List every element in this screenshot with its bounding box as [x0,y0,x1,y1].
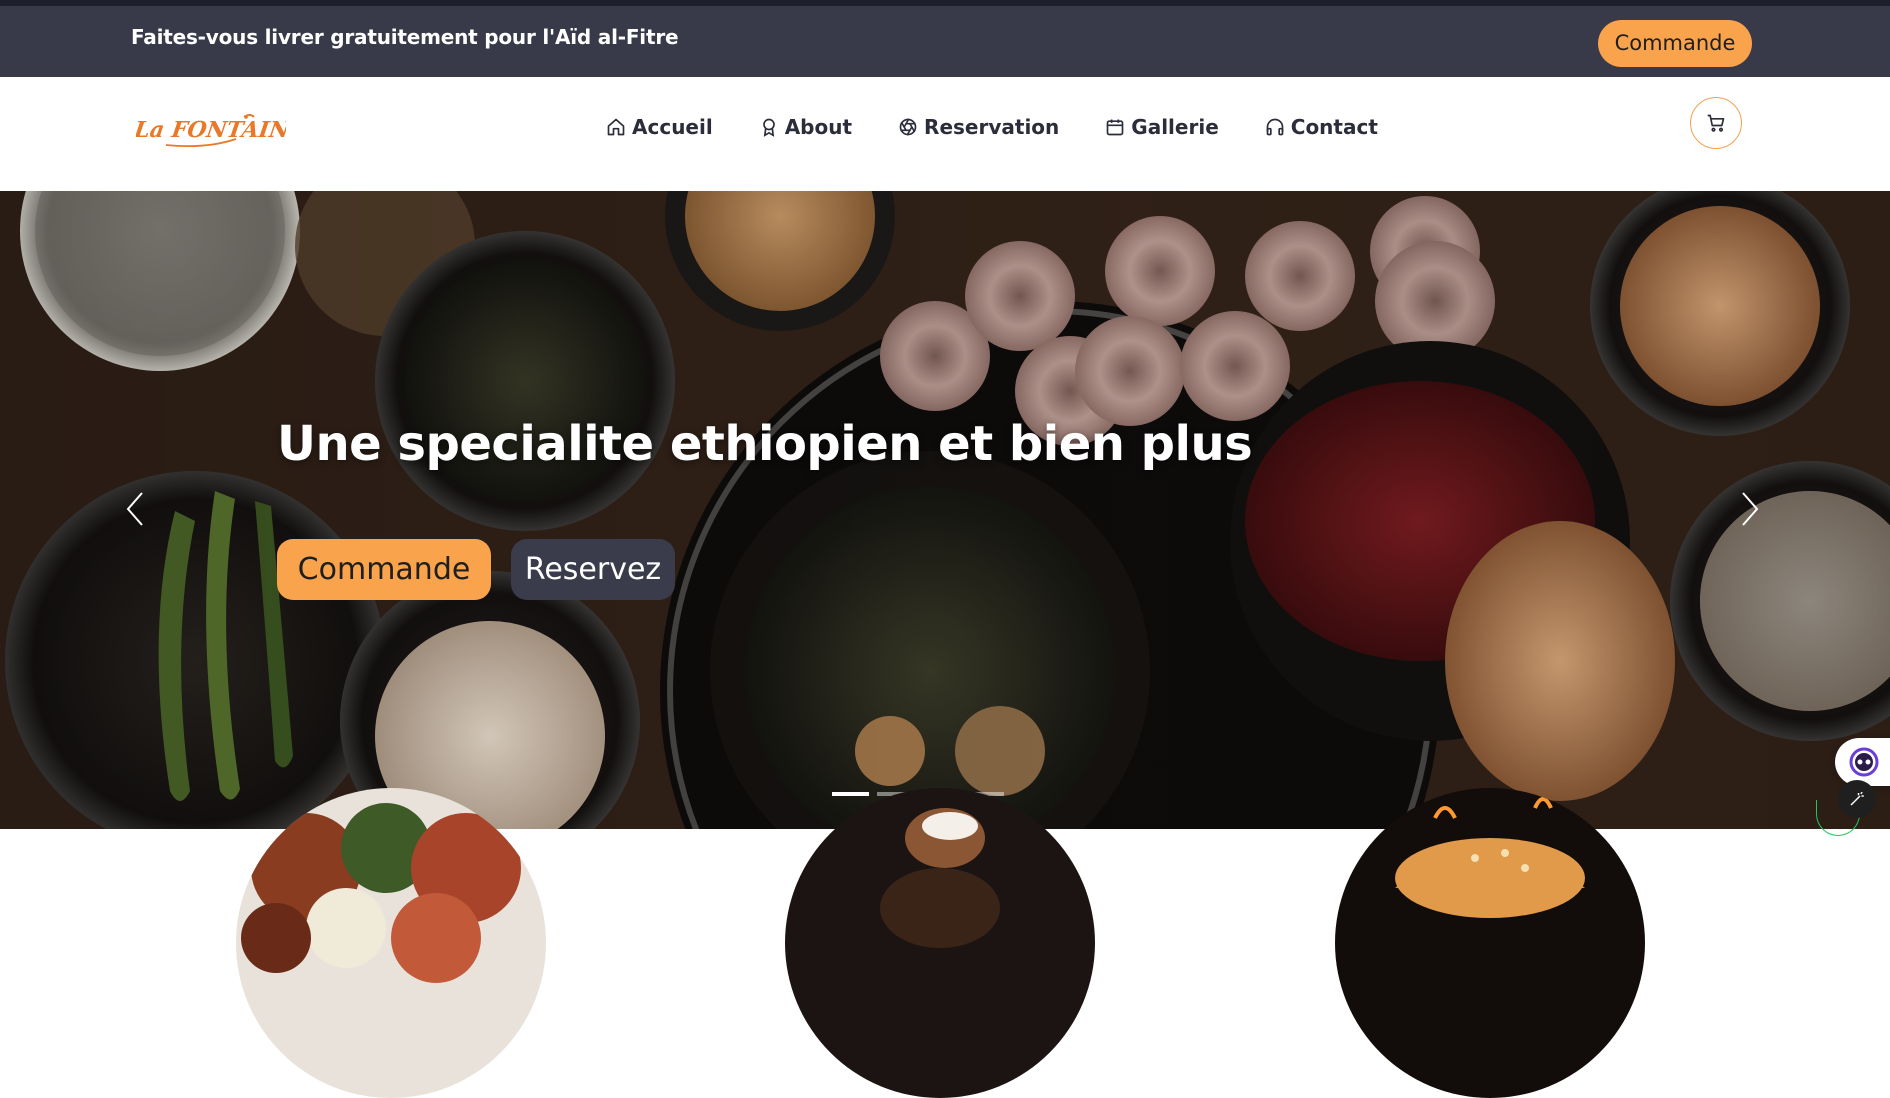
nav-item-accueil[interactable]: Accueil [606,115,713,139]
nav-links: Accueil About Reservation Gallerie Conta… [606,109,1378,145]
svg-text:La FONTAINE: La FONTAINE [136,117,286,143]
nav-item-label: Gallerie [1131,115,1219,139]
carousel-next-icon[interactable] [1735,487,1765,531]
nav-item-about[interactable]: About [759,115,852,139]
cart-button[interactable] [1690,97,1742,149]
nav-item-label: About [784,115,853,139]
featured-image-ethiopian-platter[interactable] [236,788,546,1098]
nav-item-label: Accueil [632,115,713,139]
award-icon [762,118,775,137]
calendar-icon [1106,119,1124,136]
hero-reserve-button[interactable]: Reservez [511,539,675,600]
home-icon [607,118,625,136]
announcement-bar: Faites-vous livrer gratuitement pour l'A… [0,6,1890,77]
nav-item-gallerie[interactable]: Gallerie [1105,115,1219,139]
hero-order-button[interactable]: Commande [277,539,491,600]
magic-wand-button[interactable] [1838,780,1876,818]
hero-title: Une specialite ethiopien et bien plus [277,416,1253,472]
nav-item-contact[interactable]: Contact [1265,115,1378,139]
logo[interactable]: La FONTAINE [132,105,309,155]
aperture-icon [899,118,917,136]
headphones-icon [1266,118,1284,136]
carousel-prev-icon[interactable] [120,487,150,531]
magic-wand-icon [1850,791,1864,806]
cart-icon [1707,114,1725,132]
hero-overlay [0,191,1890,829]
chat-widget[interactable] [1835,738,1890,786]
main-navbar: La FONTAINE Accueil About Reservation Ga… [0,77,1890,191]
nav-item-label: Reservation [924,115,1060,139]
hero-carousel: Une specialite ethiopien et bien plus Co… [0,191,1890,829]
chatbot-icon [1849,747,1879,777]
announcement-order-button[interactable]: Commande [1598,20,1752,67]
carousel-indicator[interactable] [832,792,869,796]
nav-item-reservation[interactable]: Reservation [898,115,1059,139]
announcement-text: Faites-vous livrer gratuitement pour l'A… [131,25,679,49]
nav-item-label: Contact [1290,115,1378,139]
featured-image-dessert[interactable] [785,788,1095,1098]
featured-image-burger[interactable] [1335,788,1645,1098]
